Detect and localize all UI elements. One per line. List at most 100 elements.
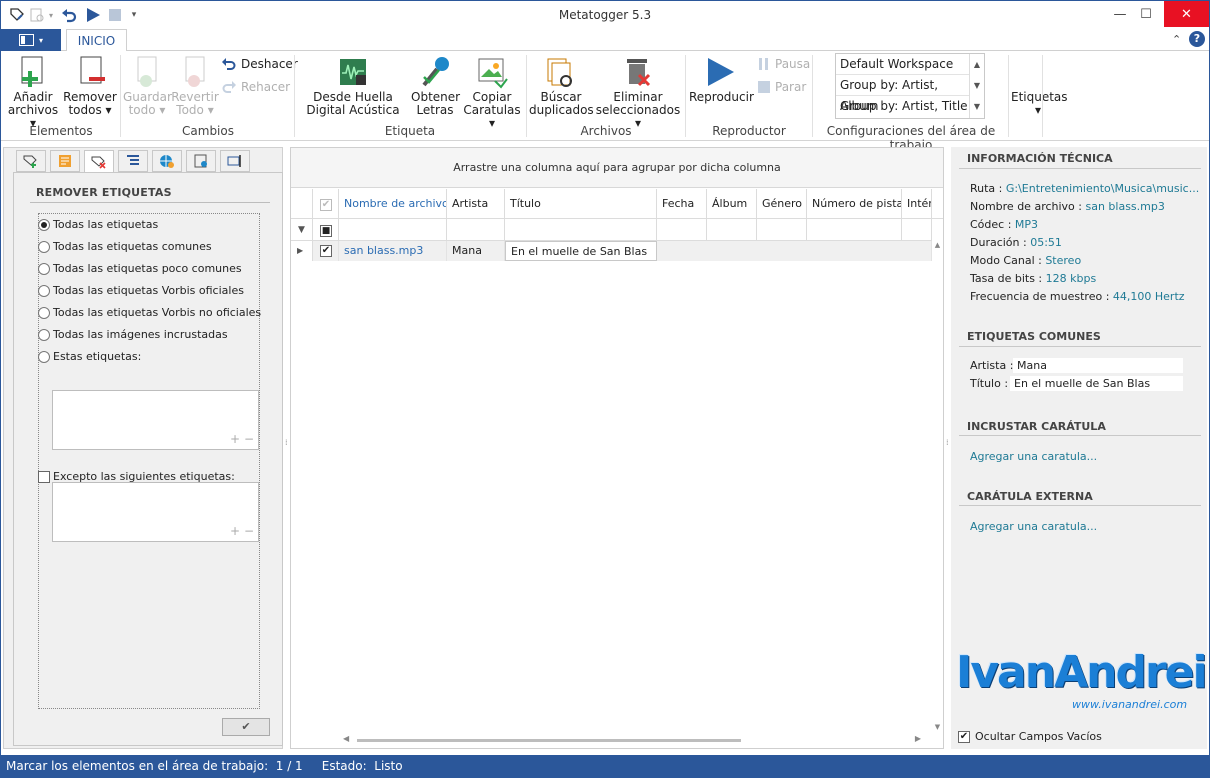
remove-option-radio[interactable]: Todas las etiquetas comunes bbox=[38, 240, 212, 253]
common-artist-field[interactable]: Mana bbox=[1013, 358, 1183, 373]
maximize-button[interactable]: ☐ bbox=[1131, 1, 1161, 27]
apply-button[interactable]: ✔ bbox=[222, 718, 270, 736]
save-all-button[interactable]: Guardar todo ▾ bbox=[123, 55, 172, 117]
cell-rest[interactable] bbox=[657, 241, 932, 261]
radio-icon[interactable] bbox=[38, 306, 50, 319]
filter-cell[interactable] bbox=[657, 219, 707, 241]
tab-inicio[interactable]: INICIO bbox=[66, 29, 127, 52]
get-lyrics-button[interactable]: Obtener Letras bbox=[411, 55, 460, 117]
filter-checkbox[interactable]: ■ bbox=[320, 225, 332, 237]
scroll-up-icon[interactable]: ▲ bbox=[970, 54, 984, 75]
cell-artist[interactable]: Mana bbox=[447, 241, 505, 261]
scroll-down-icon[interactable]: ▼ bbox=[970, 75, 984, 96]
tab-rename[interactable] bbox=[220, 150, 250, 172]
col-genre[interactable]: Género bbox=[757, 189, 807, 219]
find-duplicates-button[interactable]: Búscar duplicados bbox=[529, 55, 594, 117]
radio-icon[interactable] bbox=[38, 218, 50, 231]
checkbox-icon[interactable]: ✔ bbox=[958, 730, 970, 743]
filter-cell[interactable] bbox=[707, 219, 757, 241]
col-filename[interactable]: Nombre de archivo bbox=[339, 189, 447, 219]
help-icon[interactable]: ? bbox=[1189, 31, 1205, 47]
close-button[interactable]: ✕ bbox=[1164, 1, 1209, 27]
cell-title[interactable]: En el muelle de San Blas bbox=[505, 241, 657, 261]
cell-filename[interactable]: san blass.mp3 bbox=[339, 241, 447, 261]
add-external-cover-link[interactable]: Agregar una caratula... bbox=[970, 520, 1097, 533]
play-button[interactable]: Reproducir bbox=[689, 55, 754, 104]
remove-tag-icon[interactable]: − bbox=[244, 432, 254, 446]
col-artist[interactable]: Artista bbox=[447, 189, 505, 219]
scroll-right-arrow[interactable]: ▶ bbox=[915, 734, 921, 743]
col-album[interactable]: Álbum bbox=[707, 189, 757, 219]
remove-except-icon[interactable]: − bbox=[244, 524, 254, 538]
row-checkbox[interactable]: ✔ bbox=[320, 245, 332, 257]
scroll-thumb[interactable] bbox=[357, 739, 741, 742]
except-tags-list[interactable]: + − bbox=[52, 482, 259, 542]
splitter-right[interactable]: ⁞ bbox=[946, 439, 949, 447]
filter-icon[interactable]: ▼ bbox=[291, 219, 313, 241]
scroll-down-arrow[interactable]: ▼ bbox=[932, 723, 943, 731]
add-except-icon[interactable]: + − bbox=[230, 524, 254, 538]
remove-option-radio[interactable]: Estas etiquetas: bbox=[38, 350, 141, 363]
workspace-gallery[interactable]: Default Workspace Group by: Artist, Albu… bbox=[835, 53, 985, 119]
pause-button[interactable]: Pausa bbox=[757, 57, 810, 71]
radio-icon[interactable] bbox=[38, 240, 50, 253]
scroll-up-arrow[interactable]: ▲ bbox=[932, 241, 943, 249]
col-date[interactable]: Fecha bbox=[657, 189, 707, 219]
workspace-item[interactable]: Group by: Artist, Album bbox=[836, 75, 970, 113]
gallery-expand-icon[interactable]: ▼ bbox=[970, 96, 984, 117]
select-all-checkbox[interactable]: ✔ bbox=[320, 199, 332, 211]
common-title-field[interactable]: En el muelle de San Blas bbox=[1010, 376, 1183, 391]
radio-icon[interactable] bbox=[38, 350, 50, 363]
remove-option-radio[interactable]: Todas las imágenes incrustadas bbox=[38, 328, 228, 341]
checkbox-icon[interactable] bbox=[38, 470, 50, 483]
workspace-item[interactable]: Default Workspace bbox=[836, 54, 970, 75]
workspace-scroll[interactable]: ▲ ▼ ▼ bbox=[969, 54, 984, 118]
fingerprint-button[interactable]: Desde Huella Digital Acústica bbox=[297, 55, 409, 117]
remove-option-radio[interactable]: Todas las etiquetas poco comunes bbox=[38, 262, 242, 275]
table-row-check[interactable]: ✔ bbox=[313, 241, 339, 261]
remove-all-button[interactable]: Remover todos ▾ bbox=[63, 55, 117, 117]
col-performer[interactable]: Intér bbox=[902, 189, 932, 219]
these-tags-list[interactable]: + − bbox=[52, 390, 259, 450]
tab-scripts[interactable] bbox=[50, 150, 80, 172]
filter-cell[interactable] bbox=[902, 219, 932, 241]
hide-empty-checkbox[interactable]: ✔ Ocultar Campos Vacíos bbox=[958, 730, 1102, 743]
revert-all-button[interactable]: Revertir Todo ▾ bbox=[171, 55, 219, 117]
splitter-left[interactable]: ⁞ bbox=[285, 439, 288, 447]
tab-tag-list[interactable] bbox=[118, 150, 148, 172]
tab-tag-editor[interactable] bbox=[16, 150, 46, 172]
radio-icon[interactable] bbox=[38, 284, 50, 297]
add-embedded-cover-link[interactable]: Agregar una caratula... bbox=[970, 450, 1097, 463]
col-title[interactable]: Título bbox=[505, 189, 657, 219]
select-all-header[interactable]: ✔ bbox=[313, 189, 339, 219]
radio-icon[interactable] bbox=[38, 262, 50, 275]
remove-option-radio[interactable]: Todas las etiquetas Vorbis no oficiales bbox=[38, 306, 261, 319]
stop-button[interactable]: Parar bbox=[757, 80, 806, 94]
delete-selected-button[interactable]: Eliminar seleccionados ▾ bbox=[595, 55, 681, 130]
filter-cell[interactable] bbox=[807, 219, 902, 241]
tab-remove-tags[interactable] bbox=[84, 150, 114, 173]
remove-option-radio[interactable]: Todas las etiquetas Vorbis oficiales bbox=[38, 284, 244, 297]
filter-cell[interactable] bbox=[505, 219, 657, 241]
filter-cell[interactable] bbox=[757, 219, 807, 241]
add-tag-icon[interactable]: + − bbox=[230, 432, 254, 446]
filter-cell[interactable] bbox=[447, 219, 505, 241]
tags-menu-button[interactable]: Etiquetas ▾ bbox=[1011, 91, 1068, 117]
tab-web-search[interactable] bbox=[152, 150, 182, 172]
filter-check[interactable]: ■ bbox=[313, 219, 339, 241]
collapse-ribbon-icon[interactable]: ⌃ bbox=[1172, 33, 1181, 46]
add-files-button[interactable]: Añadir archivos ▾ bbox=[5, 55, 61, 130]
scroll-left-arrow[interactable]: ◀ bbox=[343, 734, 349, 743]
workspace-item[interactable]: Group by: Artist, Title bbox=[836, 96, 970, 117]
file-menu-button[interactable]: ▾ bbox=[1, 29, 61, 51]
vertical-scrollbar[interactable]: ▲ ▼ bbox=[932, 241, 943, 731]
horizontal-scrollbar[interactable]: ◀ ▶ bbox=[339, 733, 931, 747]
tech-info-value[interactable]: G:\Entretenimiento\Musica\music... bbox=[1006, 182, 1199, 195]
undo-button[interactable]: Deshacer bbox=[221, 57, 298, 71]
tab-online-db[interactable] bbox=[186, 150, 216, 172]
redo-button[interactable]: Rehacer bbox=[221, 80, 290, 94]
filter-cell[interactable] bbox=[339, 219, 447, 241]
remove-option-radio[interactable]: Todas las etiquetas bbox=[38, 218, 158, 231]
group-by-area[interactable]: Arrastre una columna aquí para agrupar p… bbox=[291, 148, 943, 188]
col-track[interactable]: Número de pista bbox=[807, 189, 902, 219]
